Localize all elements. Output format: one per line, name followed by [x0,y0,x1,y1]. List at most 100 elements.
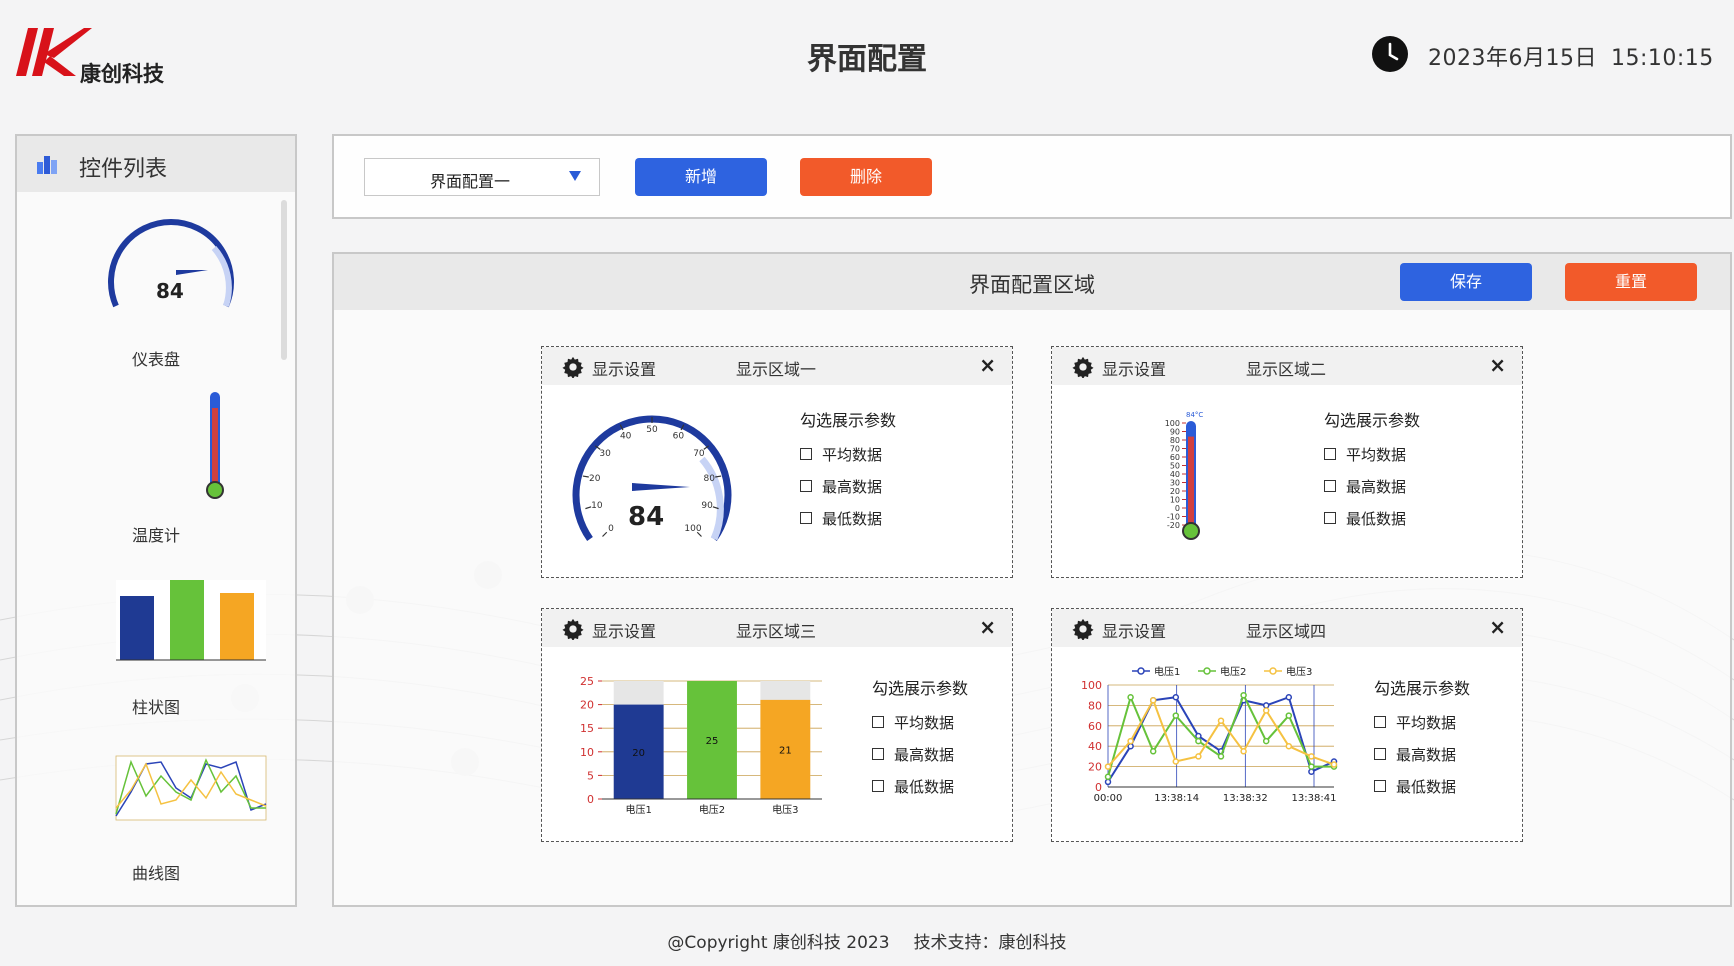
option-label: 平均数据 [822,445,883,464]
checkbox[interactable] [1374,748,1386,760]
line-point [1308,763,1315,770]
line-point [1262,707,1270,714]
panel-settings-label[interactable]: 显示设置 [1102,356,1166,380]
legend-marker [1137,667,1145,675]
gear-icon[interactable] [1072,618,1094,640]
options-title: 勾选展示参数 [1324,411,1421,430]
gauge-tick-label: 40 [620,431,632,441]
config-select[interactable]: 界面配置一 [364,158,600,196]
gauge-tick-label: 80 [704,474,716,484]
bar-ytick-label: 20 [580,699,594,712]
save-button[interactable]: 保存 [1400,263,1532,301]
bar-ytick-label: 15 [580,722,594,735]
close-icon[interactable]: × [979,615,996,639]
option-average[interactable]: 平均数据 [1374,713,1470,732]
gauge-tick-label: 50 [646,425,658,435]
chevron-down-icon [569,171,581,181]
copyright: @Copyright 康创科技 2023 [667,933,890,953]
sidebar-widget-gauge[interactable]: 84 [17,208,295,318]
option-min[interactable]: 最低数据 [800,509,896,528]
line-point [1330,761,1338,768]
panel-options: 勾选展示参数 平均数据 最高数据 最低数据 [1324,407,1420,541]
checkbox[interactable] [800,448,812,460]
bar-ytick-label: 0 [587,793,594,806]
gear-icon[interactable] [562,356,584,378]
option-label: 平均数据 [894,713,955,732]
sidebar-widget-line-chart[interactable] [17,742,295,842]
panel-options: 勾选展示参数 平均数据 最高数据 最低数据 [872,675,968,809]
panel-name: 显示区域三 [736,622,817,641]
gear-icon[interactable] [562,618,584,640]
current-time: 15:10:15 [1610,46,1714,71]
option-label: 最低数据 [822,509,883,528]
option-average[interactable]: 平均数据 [1324,445,1420,464]
line-point [1104,778,1112,786]
gear-icon[interactable] [1072,356,1094,378]
panel-settings-label[interactable]: 显示设置 [592,618,656,642]
add-button[interactable]: 新增 [635,158,767,196]
option-label: 最低数据 [894,777,955,796]
panel-settings-label[interactable]: 显示设置 [1102,618,1166,642]
line-xtick-label: 13:38:41 [1292,793,1337,804]
checkbox[interactable] [1374,716,1386,728]
option-label: 最高数据 [894,745,955,764]
checkbox[interactable] [872,716,884,728]
line-point [1149,748,1157,755]
line-point [1172,758,1180,765]
line-point [1217,717,1225,724]
option-min[interactable]: 最低数据 [872,777,968,796]
tech-support: 技术支持：康创科技 [913,933,1067,953]
line-point [1262,737,1270,745]
checkbox[interactable] [800,480,812,492]
option-average[interactable]: 平均数据 [872,713,968,732]
sidebar-widget-label: 柱状图 [131,698,180,717]
panel-options: 勾选展示参数 平均数据 最高数据 最低数据 [1374,675,1470,809]
line-point [1285,693,1293,701]
option-max[interactable]: 最高数据 [1324,477,1420,496]
sidebar-widget-thermometer[interactable] [17,386,295,504]
config-toolbar: 界面配置一 新增 删除 [332,134,1732,219]
panel-settings-label[interactable]: 显示设置 [592,356,656,380]
thermometer-label: 84°C [1186,411,1203,419]
line-point [1262,702,1270,709]
gauge-tick-label: 0 [608,524,614,534]
gauge-widget: 0 10 20 30 40 50 60 70 80 90 100 84 [572,415,732,542]
checkbox[interactable] [1324,448,1336,460]
gauge-value: 84 [628,502,664,532]
line-point [1104,763,1112,770]
option-average[interactable]: 平均数据 [800,445,896,464]
line-ytick-label: 20 [1088,761,1102,774]
reset-button[interactable]: 重置 [1565,263,1697,301]
line-xtick-label: 13:38:14 [1154,793,1199,804]
gauge-tick [602,531,608,537]
checkbox[interactable] [1324,480,1336,492]
line-point [1217,753,1225,760]
option-max[interactable]: 最高数据 [872,745,968,764]
option-min[interactable]: 最低数据 [1324,509,1420,528]
line-xtick-label: 13:38:32 [1223,793,1268,804]
close-icon[interactable]: × [1489,615,1506,639]
option-max[interactable]: 最高数据 [800,477,896,496]
checkbox[interactable] [1374,780,1386,792]
panel-name: 显示区域一 [736,360,817,379]
close-icon[interactable]: × [979,353,996,377]
delete-button[interactable]: 删除 [800,158,932,196]
option-min[interactable]: 最低数据 [1374,777,1470,796]
checkbox[interactable] [800,512,812,524]
checkbox[interactable] [872,780,884,792]
panel-header: 显示设置 显示区域一 × [542,347,1012,385]
bar-chart: 0 5 10 15 20 25 20 电压1 25 电压2 21 电压3 [580,675,822,816]
checkbox[interactable] [872,748,884,760]
legend-marker [1269,667,1277,675]
option-max[interactable]: 最高数据 [1374,745,1470,764]
line-point [1308,753,1315,760]
bar-data-label: 20 [632,748,645,759]
close-icon[interactable]: × [1489,353,1506,377]
header: 康创科技 界面配置 2023年6月15日 15:10:15 [0,0,1734,120]
sidebar-widget-bar-chart[interactable] [17,576,295,676]
checkbox[interactable] [1324,512,1336,524]
widget-sidebar: 控件列表 84 仪表盘 温度计 柱状图 曲线图 [15,134,297,907]
gauge-tick-label: 70 [693,449,705,459]
bar-ytick-label: 5 [587,769,594,782]
gauge-tick-label: 90 [701,501,713,511]
